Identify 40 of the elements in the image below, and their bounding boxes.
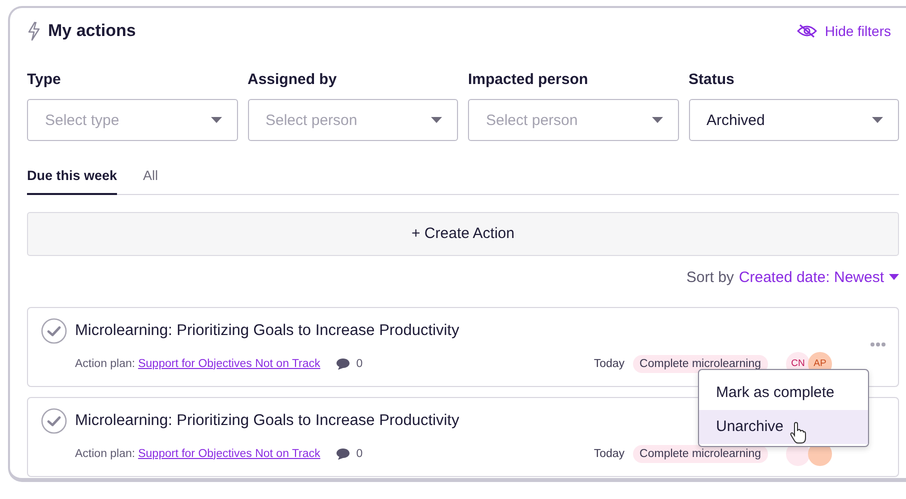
plan-link[interactable]: Support for Objectives Not on Track	[138, 358, 320, 370]
caret-icon	[210, 117, 222, 123]
filter-label: Assigned by	[248, 71, 338, 88]
filter-label: Type	[27, 71, 62, 88]
menu-item[interactable]: Mark as complete	[699, 376, 868, 410]
caret-icon	[652, 117, 662, 123]
comment-count: 0	[356, 358, 363, 370]
caret-icon	[431, 117, 442, 123]
plan-label: Action plan:	[75, 448, 136, 460]
due-date: Today	[594, 448, 625, 460]
action-title: Microlearning: Prioritizing Goals to Increase Productivity	[75, 322, 460, 340]
sort-dropdown[interactable]: Created date: Newest	[738, 268, 899, 286]
check-circle-icon[interactable]	[41, 408, 67, 434]
filter-label: Impacted person	[468, 71, 590, 88]
action-tag: Complete microlearning	[632, 354, 768, 372]
menu-item[interactable]: Unarchive	[699, 410, 868, 444]
hand-cursor-icon	[790, 422, 806, 444]
comment-icon	[336, 448, 350, 460]
plan-link[interactable]: Support for Objectives Not on Track	[138, 448, 320, 460]
comment-count: 0	[356, 448, 363, 460]
hidden-eye-icon	[796, 24, 817, 38]
check-circle-icon[interactable]	[41, 318, 67, 344]
caret-icon	[889, 274, 899, 280]
caret-icon	[872, 117, 883, 123]
action-title: Microlearning: Prioritizing Goals to Increase Productivity	[75, 412, 460, 430]
create-action-button[interactable]: + Create Action	[27, 212, 899, 256]
filter-label: Status	[688, 71, 736, 88]
comment-icon	[336, 358, 350, 370]
sort-label: Sort by	[686, 268, 734, 286]
due-date: Today	[594, 358, 625, 370]
action-tag: Complete microlearning	[632, 444, 768, 462]
tab[interactable]: All	[143, 168, 158, 195]
hide-filters-link[interactable]: Hide filters	[796, 23, 891, 39]
tab[interactable]: Due this week	[27, 168, 118, 195]
more-options-button[interactable]	[868, 340, 888, 348]
lightning-icon	[27, 21, 41, 41]
more-icon	[870, 342, 886, 346]
select-field[interactable]: Archived	[688, 99, 899, 141]
panel-title: My actions	[48, 21, 136, 41]
plan-label: Action plan:	[75, 358, 136, 370]
